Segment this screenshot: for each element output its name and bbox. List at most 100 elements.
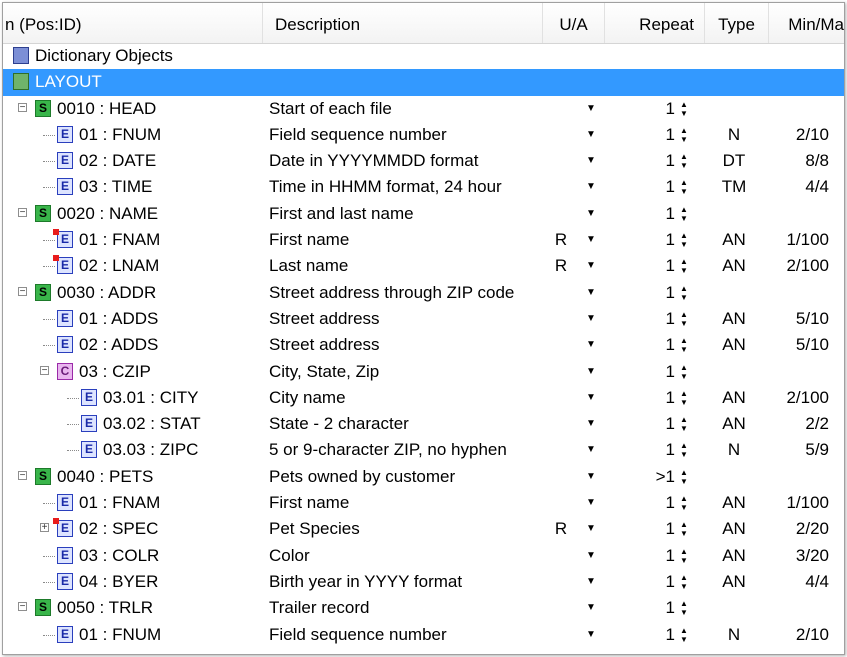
ua-dropdown-icon[interactable]: ▼ bbox=[585, 122, 597, 148]
tree-row[interactable]: E 03 : COLR Color 1 AN 3/20 ▼ ▲ ▼ bbox=[3, 543, 844, 569]
element-icon: E bbox=[57, 152, 73, 170]
tree-row[interactable]: E 01 : FNAM First name 1 AN 1/100 ▼ ▲ ▼ bbox=[3, 490, 844, 516]
minmax-cell: 1/100 bbox=[786, 230, 829, 250]
segment-icon: S bbox=[35, 204, 51, 222]
element-icon: E bbox=[57, 625, 73, 643]
ua-dropdown-icon[interactable]: ▼ bbox=[585, 332, 597, 358]
ua-dropdown-icon[interactable]: ▼ bbox=[585, 359, 597, 385]
tree-row[interactable]: E 03.02 : STAT State - 2 character 1 AN 2/2 ▼ ▲… bbox=[3, 411, 844, 437]
tree-row[interactable]: E 02 : LNAM Last name R 1 AN 2/100 ▼ ▲ ▼ bbox=[3, 253, 844, 279]
ua-dropdown-icon[interactable]: ▼ bbox=[585, 253, 597, 279]
collapse-icon[interactable]: − bbox=[40, 365, 49, 375]
ua-dropdown-icon[interactable]: ▼ bbox=[585, 437, 597, 463]
node-label: 03.02 : STAT bbox=[103, 414, 201, 434]
tree-connector bbox=[43, 634, 55, 636]
description-cell: First name bbox=[269, 230, 350, 250]
collapse-icon[interactable]: − bbox=[18, 286, 27, 296]
type-cell: AN bbox=[722, 387, 746, 407]
ua-dropdown-icon[interactable]: ▼ bbox=[585, 148, 597, 174]
tree-cell: − S 0020 : NAME bbox=[3, 201, 263, 227]
ua-dropdown-icon[interactable]: ▼ bbox=[585, 595, 597, 621]
column-header-repeat[interactable]: Repeat bbox=[605, 3, 705, 43]
element-icon: E bbox=[57, 336, 73, 354]
collapse-icon[interactable]: − bbox=[18, 470, 27, 480]
column-header-name[interactable]: n (Pos:ID) bbox=[3, 3, 263, 43]
ua-dropdown-icon[interactable]: ▼ bbox=[585, 569, 597, 595]
tree-cell: E 02 : LNAM bbox=[3, 253, 263, 279]
description-cell: Start of each file bbox=[269, 98, 392, 118]
column-header-description[interactable]: Description bbox=[263, 3, 543, 43]
element-icon: E bbox=[81, 388, 97, 406]
collapse-icon[interactable]: − bbox=[18, 102, 27, 112]
minmax-cell: 2/10 bbox=[795, 624, 829, 644]
tree-row[interactable]: E 01 : FNAM First name R 1 AN 1/100 ▼ ▲ ▼ bbox=[3, 227, 844, 253]
repeat-spinner-icon[interactable]: ▲ ▼ bbox=[678, 622, 690, 652]
ua-dropdown-icon[interactable]: ▼ bbox=[585, 411, 597, 437]
ua-dropdown-icon[interactable]: ▼ bbox=[585, 516, 597, 542]
minmax-cell: 5/10 bbox=[795, 308, 829, 328]
ua-dropdown-icon[interactable]: ▼ bbox=[585, 201, 597, 227]
ua-dropdown-icon[interactable]: ▼ bbox=[585, 385, 597, 411]
tree-cell: E 03 : COLR bbox=[3, 543, 263, 569]
ua-dropdown-icon[interactable]: ▼ bbox=[585, 622, 597, 648]
tree-row[interactable]: E 04 : BYER Birth year in YYYY format 1 AN 4/… bbox=[3, 569, 844, 595]
ua-dropdown-icon[interactable]: ▼ bbox=[585, 543, 597, 569]
ua-dropdown-icon[interactable]: ▼ bbox=[585, 464, 597, 490]
element-icon: E bbox=[57, 178, 73, 196]
tree-row[interactable]: E 01 : FNUM Field sequence number 1 N 2/10 ▼ ▲ ▼ bbox=[3, 622, 844, 648]
tree-cell: E 03.02 : STAT bbox=[3, 411, 263, 437]
type-cell: TM bbox=[721, 177, 747, 197]
collapse-icon[interactable]: − bbox=[18, 602, 27, 612]
expand-icon[interactable]: + bbox=[40, 523, 49, 533]
tree-row[interactable]: E 03.01 : CITY City name 1 AN 2/100 ▼ ▲ ▼ bbox=[3, 385, 844, 411]
tree-row[interactable]: E 03 : TIME Time in HHMM format, 24 hour 1 T… bbox=[3, 174, 844, 200]
column-header-type[interactable]: Type bbox=[705, 3, 769, 43]
ua-dropdown-icon[interactable]: ▼ bbox=[585, 174, 597, 200]
ua-cell bbox=[551, 437, 571, 463]
element-icon: E bbox=[57, 546, 73, 564]
tree-row[interactable]: − S 0020 : NAME First and last name 1 ▼ ▲ ▼ bbox=[3, 201, 844, 227]
tree-cell: − S 0010 : HEAD bbox=[3, 96, 263, 122]
description-cell: Street address through ZIP code bbox=[269, 282, 515, 302]
tree-row[interactable]: E 02 : ADDS Street address 1 AN 5/10 ▼ ▲ ▼ bbox=[3, 332, 844, 358]
description-cell: Pet Species bbox=[269, 519, 360, 539]
ua-dropdown-icon[interactable]: ▼ bbox=[585, 490, 597, 516]
segment-icon: S bbox=[35, 99, 51, 117]
tree-row[interactable]: E 03.03 : ZIPC 5 or 9-character ZIP, no hy… bbox=[3, 437, 844, 463]
tree-row[interactable]: + E 02 : SPEC Pet Species R 1 AN 2/20 ▼ ▲ ▼ bbox=[3, 516, 844, 542]
column-header-ua[interactable]: U/A bbox=[543, 3, 605, 43]
minmax-cell: 8/8 bbox=[805, 151, 829, 171]
type-cell: N bbox=[727, 124, 741, 144]
tree-row[interactable]: − S 0010 : HEAD Start of each file 1 ▼ ▲ ▼ bbox=[3, 96, 844, 122]
tree-row[interactable]: − S 0030 : ADDR Street address through ZIP … bbox=[3, 280, 844, 306]
minmax-cell: 2/2 bbox=[805, 414, 829, 434]
tree-connector bbox=[43, 345, 55, 347]
tree-row[interactable]: − S 0040 : PETS Pets owned by customer >1 ▼ ▲ ▼ bbox=[3, 464, 844, 490]
ua-dropdown-icon[interactable]: ▼ bbox=[585, 227, 597, 253]
tree-row[interactable]: E 01 : FNUM Field sequence number 1 N 2/10 ▼ ▲ ▼ bbox=[3, 122, 844, 148]
description-cell: Field sequence number bbox=[269, 124, 447, 144]
repeat-cell: 1 bbox=[665, 230, 675, 250]
description-cell: First name bbox=[269, 493, 350, 513]
element-icon: E bbox=[57, 257, 73, 275]
tree-connector bbox=[43, 266, 55, 268]
tree-row[interactable]: E 02 : DATE Date in YYYYMMDD format 1 DT 8/8 ▼… bbox=[3, 148, 844, 174]
tree-rows: Dictionary Objects LAYOUT − S 0010 : HEAD Sta… bbox=[3, 43, 844, 648]
tree-row[interactable]: − C 03 : CZIP City, State, Zip 1 ▼ ▲ ▼ bbox=[3, 359, 844, 385]
tree-row[interactable]: − S 0050 : TRLR Trailer record 1 ▼ ▲ ▼ bbox=[3, 595, 844, 621]
layout-icon bbox=[13, 73, 29, 91]
tree-row[interactable]: LAYOUT bbox=[3, 69, 844, 96]
collapse-icon[interactable]: − bbox=[18, 207, 27, 217]
ua-dropdown-icon[interactable]: ▼ bbox=[585, 96, 597, 122]
ua-dropdown-icon[interactable]: ▼ bbox=[585, 280, 597, 306]
tree-row[interactable]: E 01 : ADDS Street address 1 AN 5/10 ▼ ▲ ▼ bbox=[3, 306, 844, 332]
column-header-minmax[interactable]: Min/Ma bbox=[769, 3, 844, 43]
tree-cell: − S 0040 : PETS bbox=[3, 464, 263, 490]
repeat-cell: 1 bbox=[665, 519, 675, 539]
segment-icon: S bbox=[35, 599, 51, 617]
repeat-cell: 1 bbox=[665, 98, 675, 118]
tree-row[interactable]: Dictionary Objects bbox=[3, 43, 844, 69]
minmax-cell bbox=[763, 280, 829, 306]
ua-dropdown-icon[interactable]: ▼ bbox=[585, 306, 597, 332]
type-cell bbox=[708, 359, 760, 385]
